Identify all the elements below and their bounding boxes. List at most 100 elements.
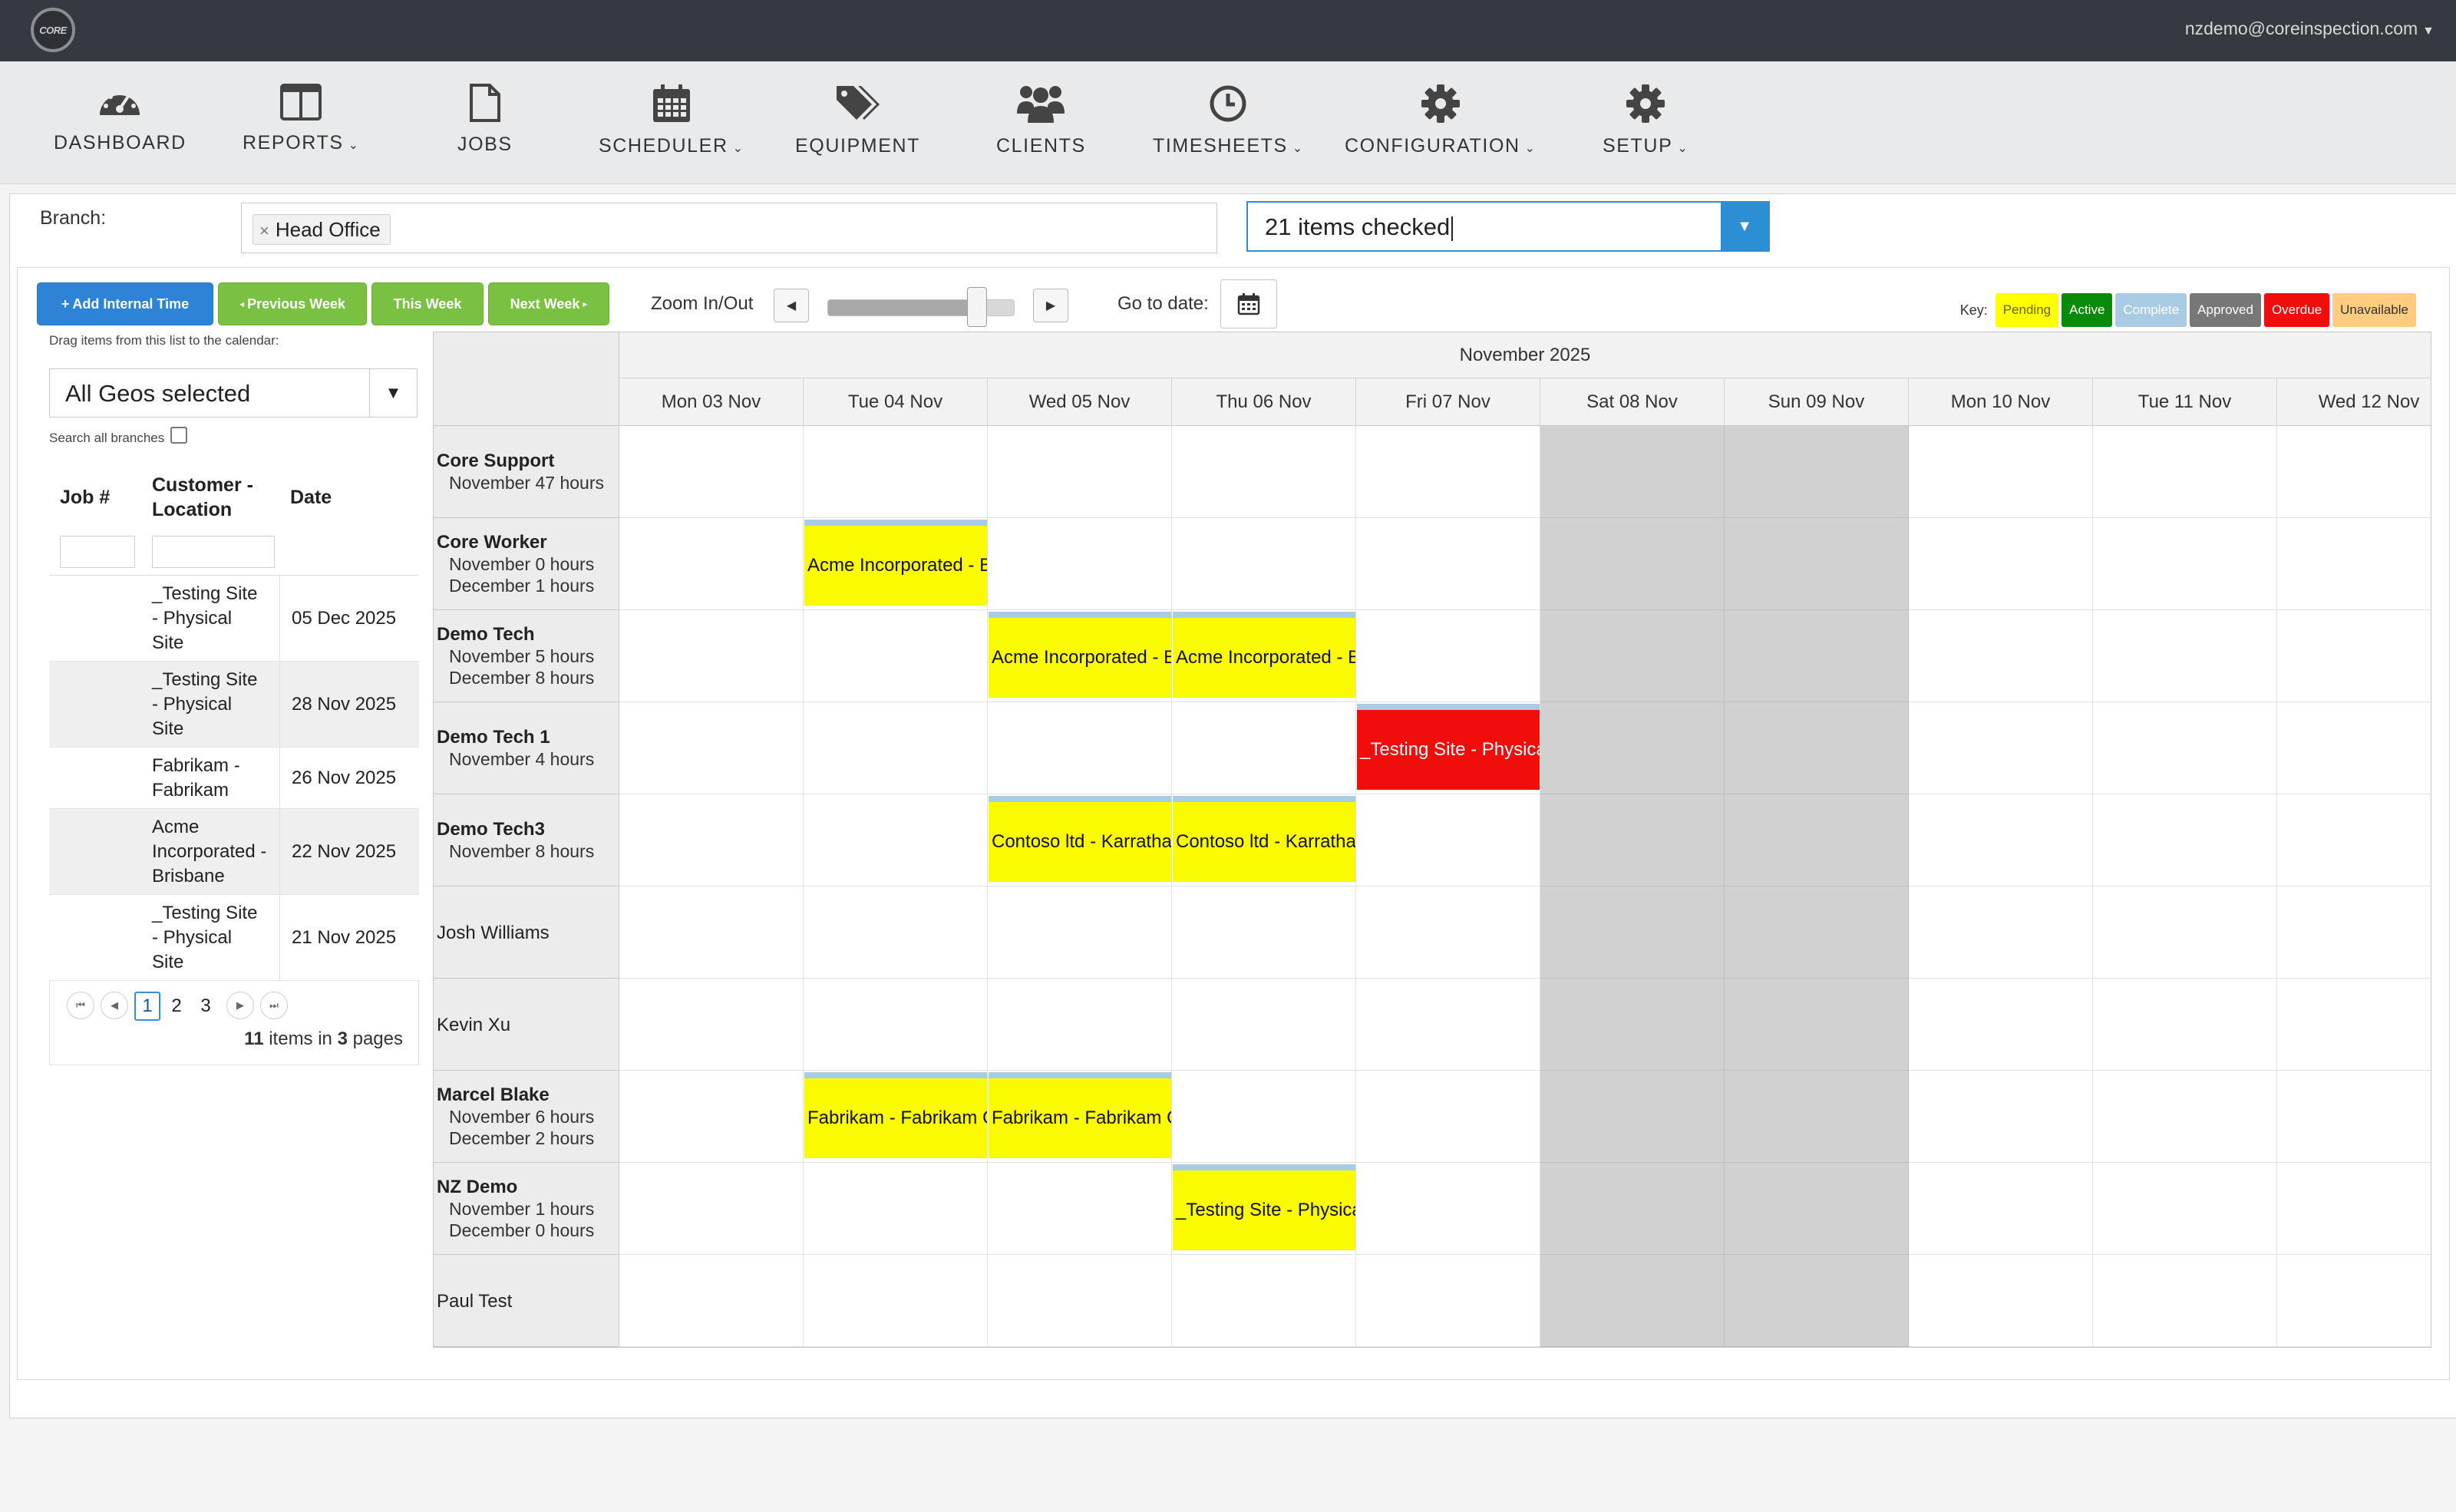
calendar-cell[interactable] <box>988 1255 1172 1347</box>
calendar-cell[interactable] <box>619 426 804 518</box>
page-1[interactable]: 1 <box>134 992 160 1021</box>
calendar-cell[interactable] <box>988 886 1172 979</box>
calendar-cell[interactable] <box>1540 1071 1725 1163</box>
date-picker-button[interactable] <box>1220 279 1277 328</box>
calendar-cell[interactable] <box>1909 702 2093 794</box>
calendar-cell[interactable] <box>988 426 1172 518</box>
calendar-cell[interactable] <box>1909 886 2093 979</box>
calendar-cell[interactable] <box>1540 518 1725 610</box>
calendar-cell[interactable] <box>2277 426 2431 518</box>
branch-multiselect[interactable]: × Head Office <box>241 203 1217 253</box>
scheduled-job-event[interactable]: Fabrikam - Fabrikam C <box>804 1072 987 1158</box>
calendar-cell[interactable] <box>1172 1071 1356 1163</box>
calendar-cell[interactable] <box>1540 886 1725 979</box>
calendar-cell[interactable] <box>1540 794 1725 886</box>
user-menu[interactable]: nzdemo@coreinspection.com ▼ <box>2185 18 2435 39</box>
calendar-cell[interactable] <box>804 794 988 886</box>
calendar-cell[interactable] <box>1725 886 1909 979</box>
job-list-row[interactable]: _Testing Site - Physical Site 21 Nov 2025 <box>49 895 419 981</box>
calendar-cell[interactable] <box>988 702 1172 794</box>
calendar-cell[interactable] <box>1540 610 1725 702</box>
calendar-cell[interactable] <box>1540 702 1725 794</box>
calendar-cell[interactable] <box>988 518 1172 610</box>
calendar-cell[interactable] <box>2093 1255 2277 1347</box>
calendar-cell[interactable] <box>619 518 804 610</box>
nav-equipment[interactable]: EQUIPMENT <box>795 83 920 157</box>
calendar-cell[interactable] <box>988 979 1172 1071</box>
job-list-row[interactable]: _Testing Site - Physical Site 28 Nov 2025 <box>49 662 419 748</box>
calendar-cell[interactable] <box>619 610 804 702</box>
job-list-row[interactable]: Acme Incorporated - Brisbane 22 Nov 2025 <box>49 809 419 895</box>
calendar-cell[interactable] <box>2277 1163 2431 1255</box>
calendar-cell[interactable] <box>1172 426 1356 518</box>
calendar-cell[interactable] <box>1356 610 1540 702</box>
calendar-cell[interactable] <box>1356 1071 1540 1163</box>
calendar-cell[interactable] <box>804 1163 988 1255</box>
last-page-icon[interactable]: ⏭ <box>260 992 288 1019</box>
calendar-cell[interactable] <box>1909 426 2093 518</box>
calendar-cell[interactable] <box>804 886 988 979</box>
calendar-cell[interactable] <box>1356 1163 1540 1255</box>
calendar-cell[interactable] <box>2277 794 2431 886</box>
nav-clients[interactable]: CLIENTS <box>996 83 1086 157</box>
nav-setup[interactable]: SETUP ⌄ <box>1603 83 1688 157</box>
calendar-cell[interactable] <box>2093 886 2277 979</box>
calendar-cell[interactable] <box>619 886 804 979</box>
calendar-cell[interactable] <box>1356 426 1540 518</box>
calendar-cell[interactable] <box>804 426 988 518</box>
calendar-cell[interactable] <box>2277 702 2431 794</box>
calendar-cell[interactable] <box>2093 426 2277 518</box>
calendar-cell[interactable] <box>1909 979 2093 1071</box>
calendar-cell[interactable] <box>1725 1071 1909 1163</box>
column-job[interactable]: Job # <box>60 485 110 510</box>
calendar-cell[interactable] <box>619 979 804 1071</box>
search-all-checkbox[interactable] <box>170 427 188 444</box>
scheduled-job-event[interactable]: Acme Incorporated - B <box>1173 612 1355 698</box>
calendar-cell[interactable] <box>1909 518 2093 610</box>
calendar-cell[interactable] <box>2093 979 2277 1071</box>
calendar-cell[interactable] <box>1725 610 1909 702</box>
calendar-cell[interactable] <box>619 1163 804 1255</box>
calendar-cell[interactable] <box>804 610 988 702</box>
zoom-slider-handle[interactable] <box>967 287 987 327</box>
search-all-branches[interactable]: Search all branches <box>49 427 188 446</box>
calendar-cell[interactable] <box>1540 1255 1725 1347</box>
calendar-cell[interactable] <box>619 1255 804 1347</box>
calendar-cell[interactable] <box>1725 1255 1909 1347</box>
page-2[interactable]: 2 <box>163 992 190 1021</box>
core-logo[interactable]: CORE <box>31 8 75 52</box>
calendar-cell[interactable] <box>1725 979 1909 1071</box>
branch-chip[interactable]: × Head Office <box>253 214 391 245</box>
job-number-filter[interactable] <box>60 536 135 568</box>
page-3[interactable]: 3 <box>193 992 219 1021</box>
scheduled-job-event[interactable]: Contoso ltd - Karratha <box>989 796 1171 882</box>
caret-down-icon[interactable]: ▼ <box>1721 203 1768 250</box>
calendar-cell[interactable] <box>1909 1163 2093 1255</box>
calendar-cell[interactable] <box>2093 794 2277 886</box>
calendar-cell[interactable] <box>1540 979 1725 1071</box>
nav-jobs[interactable]: JOBS <box>457 83 513 156</box>
calendar-cell[interactable] <box>619 794 804 886</box>
calendar-cell[interactable] <box>1909 794 2093 886</box>
calendar-cell[interactable] <box>2093 610 2277 702</box>
calendar-cell[interactable] <box>1725 518 1909 610</box>
column-customer[interactable]: Customer - Location <box>152 473 253 522</box>
calendar-cell[interactable] <box>2277 518 2431 610</box>
calendar-cell[interactable] <box>988 1163 1172 1255</box>
calendar-cell[interactable] <box>1909 1071 2093 1163</box>
user-email[interactable]: nzdemo@coreinspection.com <box>2185 18 2418 38</box>
calendar-cell[interactable] <box>2093 1163 2277 1255</box>
scheduled-job-event[interactable]: _Testing Site - Physica <box>1173 1164 1355 1250</box>
calendar-cell[interactable] <box>1172 979 1356 1071</box>
remove-chip-icon[interactable]: × <box>259 221 269 240</box>
calendar-cell[interactable] <box>1172 518 1356 610</box>
nav-reports[interactable]: REPORTS ⌄ <box>243 83 360 154</box>
previous-week-button[interactable]: ◂ Previous Week <box>218 282 367 325</box>
calendar-cell[interactable] <box>2277 979 2431 1071</box>
column-date[interactable]: Date <box>290 485 332 510</box>
this-week-button[interactable]: This Week <box>371 282 484 325</box>
calendar-cell[interactable] <box>2093 702 2277 794</box>
job-list-row[interactable]: _Testing Site - Physical Site 05 Dec 2025 <box>49 576 419 662</box>
nav-scheduler[interactable]: SCHEDULER ⌄ <box>599 83 744 157</box>
previous-page-icon[interactable]: ◀ <box>101 992 128 1019</box>
